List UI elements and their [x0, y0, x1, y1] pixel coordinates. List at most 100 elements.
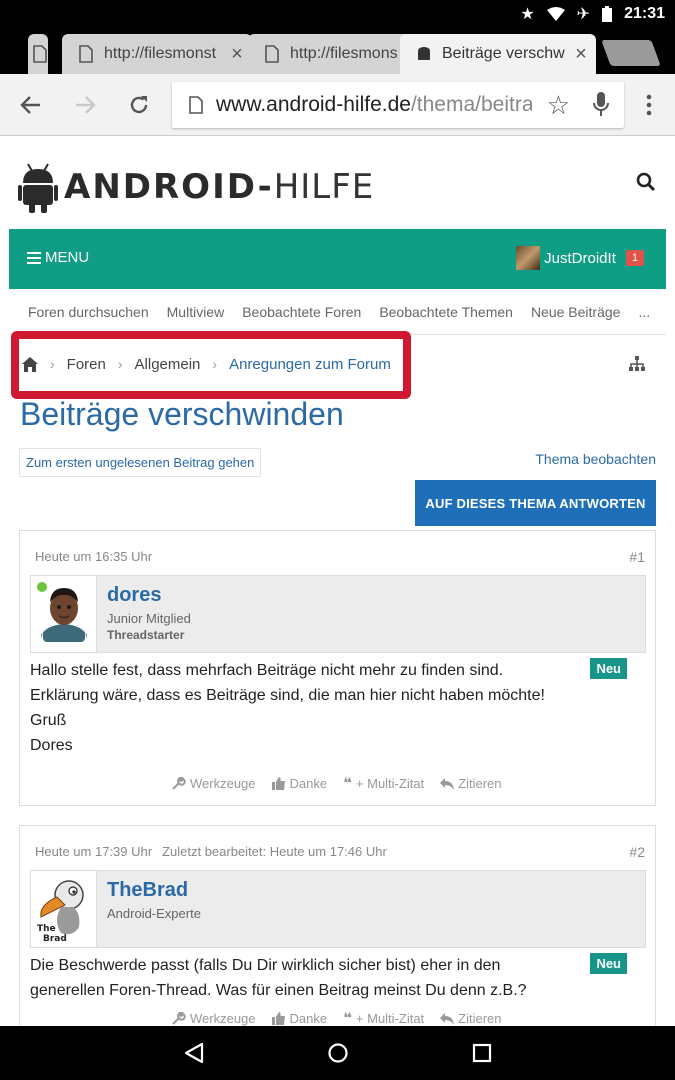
post-author-role: Android-Experte [107, 906, 201, 921]
reply-to-thread-button[interactable]: AUF DIESES THEMA ANTWORTEN [415, 480, 656, 526]
post: Heute um 17:39 Uhr Zuletzt bearbeitet: He… [19, 825, 656, 1035]
subnav-item-more[interactable]: ... [638, 304, 650, 320]
quote-icon: ❝ [343, 775, 352, 792]
browser-tab[interactable] [28, 34, 48, 74]
post-body-line: Gruß [30, 712, 67, 729]
first-unread-button[interactable]: Zum ersten ungelesenen Beitrag gehen [19, 448, 262, 477]
bookmark-star-icon[interactable]: ☆ [547, 90, 570, 121]
post-actions: Werkzeuge Danke ❝ + Multi-Zitat Zitieren [172, 1009, 502, 1027]
page-info-icon[interactable] [188, 96, 204, 114]
post: Heute um 16:35 Uhr #1 dores Junior Mitgl… [19, 530, 656, 806]
post-timestamp: Heute um 17:39 Uhr Zuletzt bearbeitet: He… [35, 844, 387, 859]
post-actions: Werkzeuge Danke ❝ + Multi-Zitat Zitieren [172, 774, 502, 792]
page-icon [33, 45, 47, 63]
subnav-item-multiview[interactable]: Multiview [167, 304, 225, 320]
notification-badge: 1 [625, 250, 644, 266]
post-body-line: Hallo stelle fest, dass mehrfach Beiträg… [30, 662, 504, 679]
quote-button[interactable]: Zitieren [440, 1011, 502, 1026]
system-navigation-bar [0, 1026, 675, 1080]
battery-icon [602, 6, 613, 22]
new-post-badge: Neu [590, 658, 627, 679]
overflow-menu-icon[interactable] [632, 88, 666, 122]
post-body: Hallo stelle fest, dass mehrfach Beiträg… [30, 658, 590, 758]
subnav-item-search-forums[interactable]: Foren durchsuchen [28, 304, 149, 320]
page-icon [265, 45, 279, 63]
new-tab-button[interactable] [601, 40, 661, 66]
browser-tab-strip: http://filesmonst × http://filesmons Bei… [0, 30, 675, 74]
online-status-indicator [37, 582, 47, 592]
sitemap-icon[interactable] [629, 356, 645, 372]
home-circle-icon[interactable] [326, 1041, 350, 1065]
thumbs-up-icon [271, 776, 285, 790]
reload-icon[interactable] [122, 88, 156, 122]
airplane-icon: ✈ [576, 6, 591, 23]
browser-tab-active[interactable]: Beiträge verschw × [400, 34, 596, 74]
post-author-box: dores Junior Mitglied Threadstarter [30, 575, 646, 653]
post-author-name[interactable]: TheBrad [107, 879, 188, 902]
search-icon[interactable] [635, 171, 657, 193]
user-menu[interactable]: JustDroidIt 1 [516, 246, 644, 270]
quote-icon: ❝ [343, 1010, 352, 1027]
post-timestamp: Heute um 16:35 Uhr [35, 549, 153, 564]
multi-quote-button[interactable]: ❝ + Multi-Zitat [343, 774, 424, 792]
back-triangle-icon[interactable] [182, 1041, 206, 1065]
post-body: Die Beschwerde passt (falls Du Dir wirkl… [30, 953, 590, 1003]
recents-square-icon[interactable] [470, 1041, 494, 1065]
sub-navigation: Foren durchsuchen Multiview Beobachtete … [9, 289, 666, 335]
url-text: www.android-hilfe.de/thema/beitrag [216, 93, 532, 116]
forward-arrow-icon[interactable] [68, 88, 102, 122]
site-header: ANDROID-HILFE [0, 137, 675, 229]
thumbs-up-icon [271, 1011, 285, 1025]
new-post-badge: Neu [590, 953, 627, 974]
address-bar[interactable]: www.android-hilfe.de/thema/beitrag ☆ [172, 82, 624, 128]
reply-arrow-icon [440, 1012, 455, 1025]
reply-arrow-icon [440, 777, 455, 790]
multi-quote-button[interactable]: ❝ + Multi-Zitat [343, 1009, 424, 1027]
back-arrow-icon[interactable] [14, 88, 48, 122]
browser-toolbar: www.android-hilfe.de/thema/beitrag ☆ [0, 74, 675, 136]
subnav-item-new-posts[interactable]: Neue Beiträge [531, 304, 621, 320]
like-button[interactable]: Danke [271, 776, 327, 791]
post-number[interactable]: #1 [629, 549, 645, 565]
post-body-line: Erklärung wäre, dass es Beiträge sind, d… [30, 687, 545, 704]
post-body-line: Dores [30, 737, 73, 754]
post-body-line: Die Beschwerde passt (falls Du Dir wirkl… [30, 957, 501, 974]
close-icon[interactable]: × [566, 43, 596, 66]
avatar[interactable]: The Brad [31, 871, 97, 947]
svg-text:Brad: Brad [43, 934, 67, 944]
page-icon [79, 45, 93, 63]
post-author-name[interactable]: dores [107, 584, 161, 607]
hamburger-icon [27, 251, 41, 264]
tab-title: Beiträge verschw [442, 45, 565, 62]
android-favicon-icon [418, 47, 430, 60]
wifi-icon [546, 7, 565, 21]
tools-button[interactable]: Werkzeuge [172, 1011, 256, 1026]
like-button[interactable]: Danke [271, 1011, 327, 1026]
post-author-box: The Brad TheBrad Android-Experte [30, 870, 646, 948]
android-robot-icon [18, 163, 58, 213]
site-logo[interactable]: ANDROID-HILFE [18, 161, 374, 213]
menu-button[interactable]: MENU [27, 249, 89, 266]
browser-tab[interactable]: http://filesmons [248, 34, 414, 74]
clock: 21:31 [624, 5, 665, 22]
quote-button[interactable]: Zitieren [440, 776, 502, 791]
main-nav-bar: MENU JustDroidIt 1 [9, 229, 666, 289]
subnav-item-watched-forums[interactable]: Beobachtete Foren [242, 304, 361, 320]
username: JustDroidIt [544, 249, 616, 267]
annotation-highlight-box [11, 331, 411, 399]
post-number[interactable]: #2 [629, 844, 645, 860]
status-bar: ★ ✈ 21:31 [0, 0, 675, 30]
post-body-line: generellen Foren-Thread. Was für einen B… [30, 982, 527, 999]
site-wordmark: ANDROID-HILFE [64, 167, 375, 207]
svg-text:The: The [37, 924, 56, 934]
tab-title: http://filesmons [290, 45, 398, 62]
subnav-item-watched-threads[interactable]: Beobachtete Themen [379, 304, 513, 320]
star-icon: ★ [520, 6, 535, 23]
thread-title: Beiträge verschwinden [20, 396, 344, 432]
browser-tab[interactable]: http://filesmonst × [62, 34, 252, 74]
watch-thread-link[interactable]: Thema beobachten [535, 451, 656, 467]
microphone-icon[interactable] [592, 92, 610, 118]
menu-label: MENU [45, 249, 90, 266]
tools-button[interactable]: Werkzeuge [172, 776, 256, 791]
wrench-icon [172, 1011, 186, 1025]
